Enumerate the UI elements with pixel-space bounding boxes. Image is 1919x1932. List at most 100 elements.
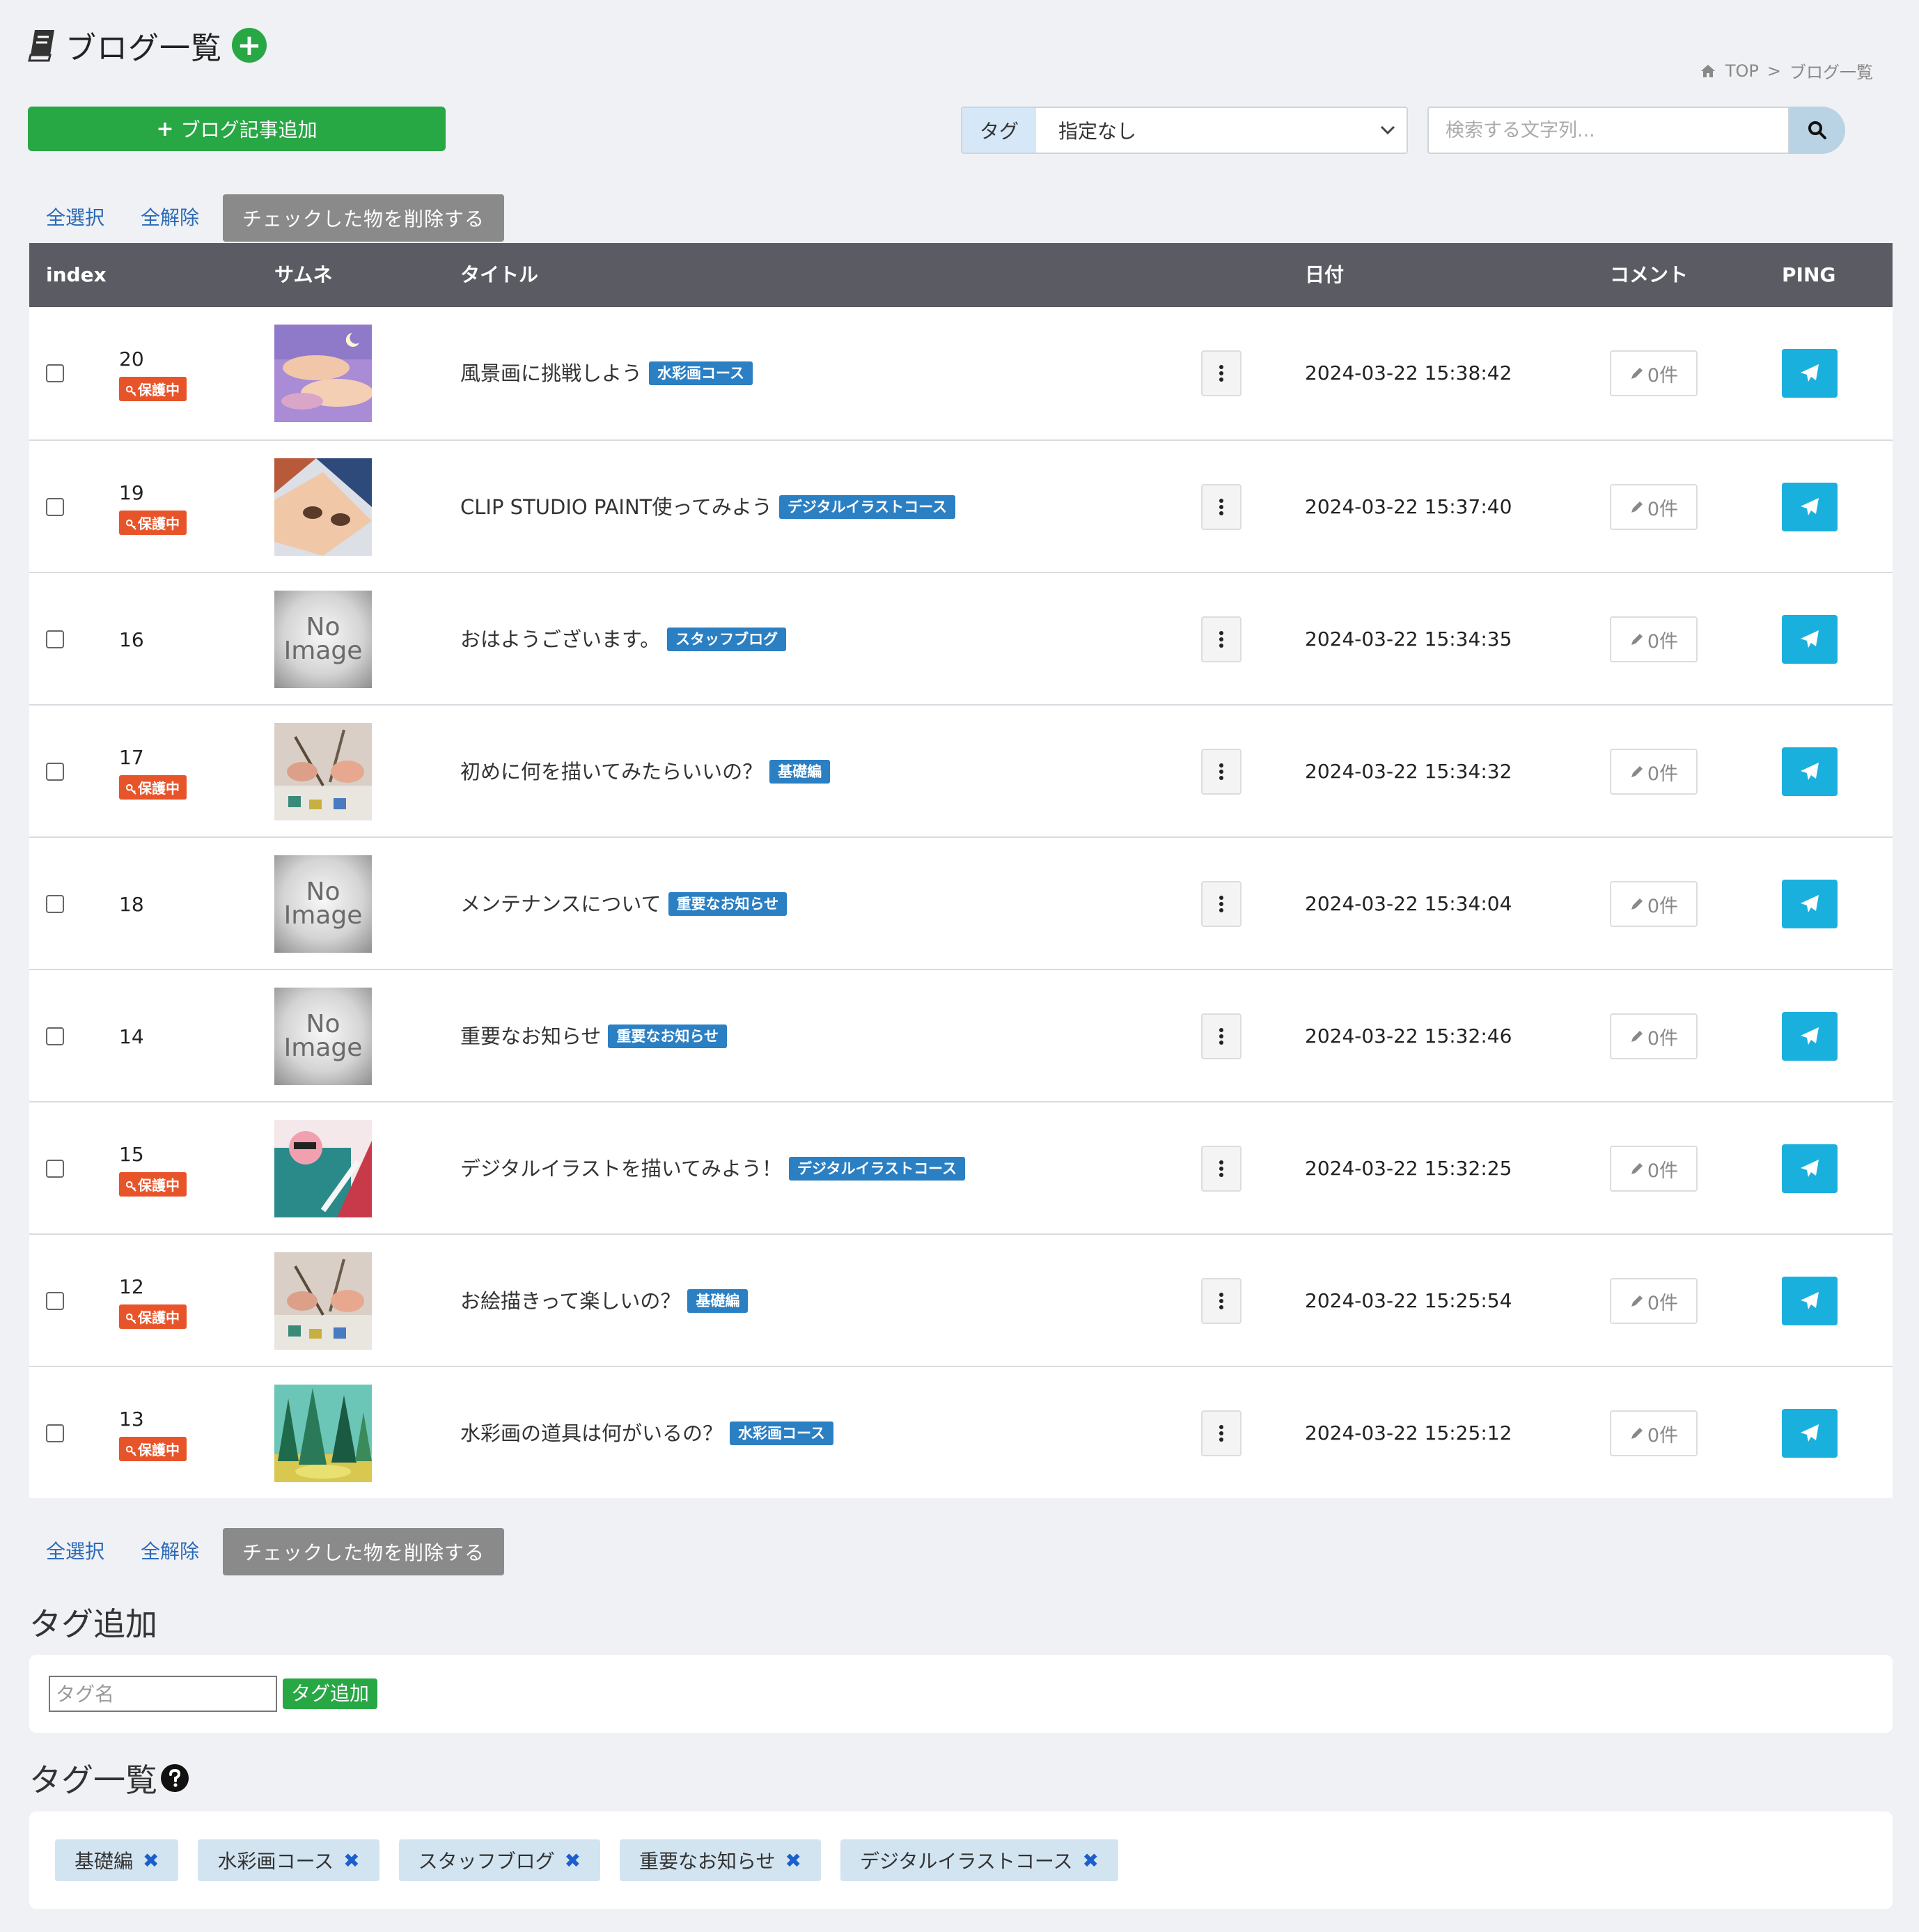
post-tag-badge: 基礎編 bbox=[687, 1289, 749, 1313]
key-icon bbox=[125, 1181, 136, 1192]
comment-button[interactable]: 0件 bbox=[1610, 1146, 1698, 1192]
col-date: 日付 bbox=[1305, 263, 1345, 286]
paper-plane-icon bbox=[1801, 1424, 1819, 1442]
post-title-link[interactable]: おはようございます。 bbox=[460, 573, 660, 706]
row-menu-button[interactable] bbox=[1201, 1410, 1242, 1456]
row-menu-button[interactable] bbox=[1201, 1146, 1242, 1192]
pencil-icon bbox=[1631, 1163, 1643, 1174]
row-checkbox[interactable] bbox=[46, 1424, 64, 1442]
post-title-link[interactable]: 初めに何を描いてみたらいいの？ bbox=[460, 706, 762, 838]
row-menu-button[interactable] bbox=[1201, 616, 1242, 662]
select-all-link[interactable]: 全選択 bbox=[28, 1528, 123, 1575]
ping-button[interactable] bbox=[1782, 880, 1838, 928]
tag-name-input[interactable] bbox=[49, 1676, 277, 1712]
help-icon[interactable] bbox=[160, 1763, 189, 1793]
ping-button[interactable] bbox=[1782, 1277, 1838, 1325]
add-post-icon-button[interactable]: + bbox=[232, 28, 267, 63]
row-checkbox[interactable] bbox=[46, 763, 64, 781]
remove-tag-icon[interactable]: ✖ bbox=[565, 1849, 581, 1872]
tag-filter-select[interactable]: 指定なし bbox=[1036, 108, 1407, 153]
row-menu-button[interactable] bbox=[1201, 1278, 1242, 1324]
post-thumbnail[interactable] bbox=[274, 1252, 372, 1350]
ping-button[interactable] bbox=[1782, 615, 1838, 664]
protected-label: 保護中 bbox=[138, 1177, 180, 1194]
tag-add-button[interactable]: タグ追加 bbox=[283, 1678, 378, 1709]
tag-chip-label: 重要なお知らせ bbox=[639, 1850, 776, 1873]
row-checkbox[interactable] bbox=[46, 630, 64, 648]
row-menu-button[interactable] bbox=[1201, 350, 1242, 396]
tag-filter-value: 指定なし bbox=[1058, 120, 1137, 143]
pencil-icon bbox=[1631, 368, 1643, 379]
remove-tag-icon[interactable]: ✖ bbox=[785, 1849, 801, 1872]
comment-button[interactable]: 0件 bbox=[1610, 1013, 1698, 1059]
post-title-cell: お絵描きって楽しいの？ 基礎編 bbox=[460, 1235, 749, 1367]
ping-button[interactable] bbox=[1782, 1409, 1838, 1458]
row-checkbox[interactable] bbox=[46, 1292, 64, 1310]
row-index: 18 bbox=[119, 893, 144, 916]
key-icon bbox=[125, 385, 136, 396]
add-blog-post-button[interactable]: + ブログ記事追加 bbox=[28, 107, 446, 151]
table-row: 13 保護中 水彩画の道具は何がいるの？ 水彩画コース 2024-03-22 15:25… bbox=[29, 1366, 1893, 1498]
post-title-link[interactable]: デジタルイラストを描いてみよう！ bbox=[460, 1103, 782, 1235]
post-thumbnail[interactable] bbox=[274, 1120, 372, 1217]
row-checkbox[interactable] bbox=[46, 1160, 64, 1178]
remove-tag-icon[interactable]: ✖ bbox=[343, 1849, 359, 1872]
paper-plane-icon bbox=[1801, 895, 1819, 912]
comment-button[interactable]: 0件 bbox=[1610, 749, 1698, 795]
ellipsis-vertical-icon bbox=[1219, 365, 1223, 382]
remove-tag-icon[interactable]: ✖ bbox=[143, 1849, 159, 1872]
row-checkbox[interactable] bbox=[46, 1027, 64, 1045]
chevron-down-icon bbox=[1380, 125, 1395, 135]
comment-button[interactable]: 0件 bbox=[1610, 484, 1698, 530]
delete-checked-button[interactable]: チェックした物を削除する bbox=[223, 194, 505, 242]
comment-button[interactable]: 0件 bbox=[1610, 1278, 1698, 1324]
post-title-link[interactable]: CLIP STUDIO PAINT使ってみよう bbox=[460, 441, 772, 573]
breadcrumb-top-link[interactable]: TOP bbox=[1725, 61, 1759, 81]
row-menu-button[interactable] bbox=[1201, 749, 1242, 795]
post-thumbnail[interactable] bbox=[274, 723, 372, 820]
deselect-all-link[interactable]: 全解除 bbox=[123, 1528, 217, 1575]
post-thumbnail[interactable]: No Image bbox=[274, 855, 372, 953]
search-button[interactable] bbox=[1789, 107, 1845, 154]
deselect-all-link[interactable]: 全解除 bbox=[123, 194, 217, 242]
search-input[interactable] bbox=[1427, 107, 1789, 154]
comment-button[interactable]: 0件 bbox=[1610, 1410, 1698, 1456]
comment-button[interactable]: 0件 bbox=[1610, 616, 1698, 662]
row-menu-button[interactable] bbox=[1201, 1013, 1242, 1059]
row-index: 16 bbox=[119, 628, 144, 651]
comment-button[interactable]: 0件 bbox=[1610, 881, 1698, 927]
post-thumbnail[interactable]: No Image bbox=[274, 988, 372, 1085]
post-tag-badge: デジタルイラストコース bbox=[778, 495, 956, 519]
row-checkbox[interactable] bbox=[46, 498, 64, 516]
post-title-link[interactable]: 水彩画の道具は何がいるの？ bbox=[460, 1367, 723, 1499]
ping-button[interactable] bbox=[1782, 747, 1838, 796]
post-thumbnail[interactable] bbox=[274, 325, 372, 422]
pencil-icon bbox=[1631, 1295, 1643, 1307]
row-menu-button[interactable] bbox=[1201, 484, 1242, 530]
ellipsis-vertical-icon bbox=[1219, 763, 1223, 780]
select-all-link[interactable]: 全選択 bbox=[28, 194, 123, 242]
post-title-link[interactable]: メンテナンスについて bbox=[460, 838, 661, 970]
post-title-link[interactable]: 風景画に挑戦しよう bbox=[460, 307, 642, 439]
comment-button[interactable]: 0件 bbox=[1610, 350, 1698, 396]
ping-button[interactable] bbox=[1782, 1144, 1838, 1193]
row-checkbox[interactable] bbox=[46, 364, 64, 382]
post-title-link[interactable]: 重要なお知らせ bbox=[460, 970, 601, 1103]
breadcrumb-separator: > bbox=[1767, 61, 1781, 81]
ping-button[interactable] bbox=[1782, 483, 1838, 531]
post-thumbnail[interactable] bbox=[274, 1385, 372, 1482]
row-checkbox[interactable] bbox=[46, 895, 64, 913]
post-title-link[interactable]: お絵描きって楽しいの？ bbox=[460, 1235, 680, 1367]
table-row: 14 No Image 重要なお知らせ 重要なお知らせ 2024-03-22 15:32:… bbox=[29, 969, 1893, 1101]
no-image-placeholder: No Image bbox=[274, 855, 372, 953]
ping-button[interactable] bbox=[1782, 349, 1838, 398]
tag-chip: デジタルイラストコース ✖ bbox=[840, 1839, 1118, 1881]
post-thumbnail[interactable] bbox=[274, 458, 372, 556]
post-thumbnail[interactable]: No Image bbox=[274, 591, 372, 688]
row-menu-button[interactable] bbox=[1201, 881, 1242, 927]
delete-checked-button[interactable]: チェックした物を削除する bbox=[223, 1528, 505, 1575]
remove-tag-icon[interactable]: ✖ bbox=[1082, 1849, 1098, 1872]
page-title: ブログ一覧 bbox=[65, 31, 222, 66]
table-row: 20 保護中 風景画に挑戦しよう 水彩画コース 2024-03-22 15:38:42 0… bbox=[29, 307, 1893, 439]
ping-button[interactable] bbox=[1782, 1012, 1838, 1061]
